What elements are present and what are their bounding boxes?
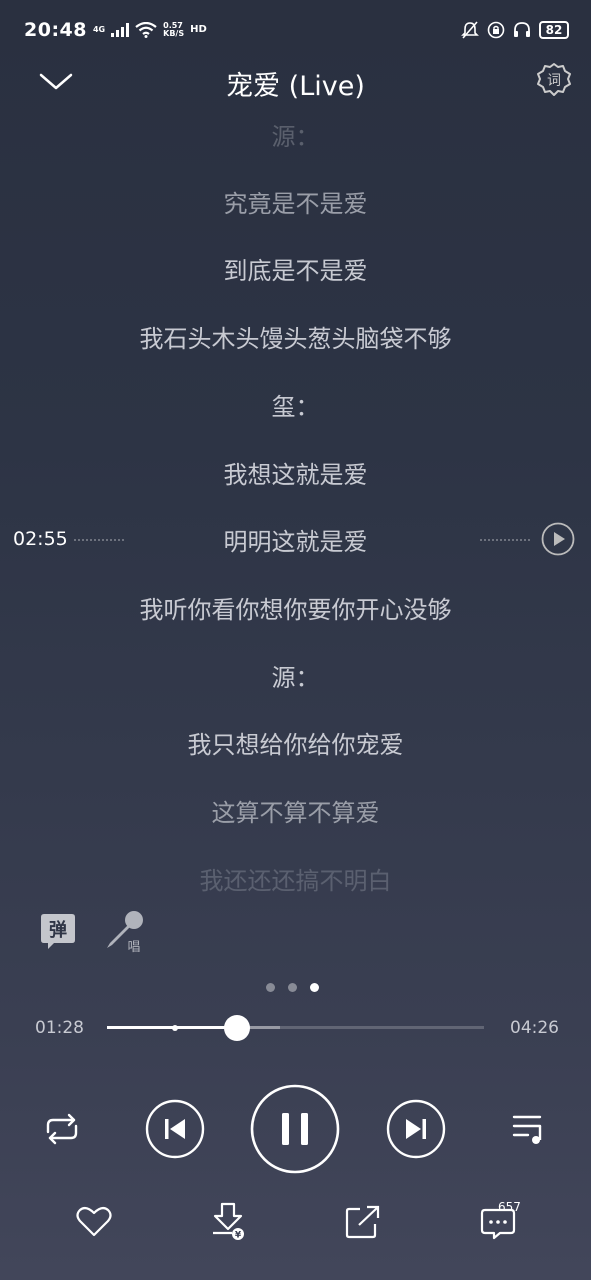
- next-button[interactable]: [386, 1099, 446, 1159]
- lyric-line: 源：: [271, 123, 320, 151]
- net-speed: 0.57 KB/S: [163, 22, 184, 38]
- seek-preview-time: 02:55: [13, 528, 68, 550]
- share-button[interactable]: [345, 1205, 381, 1243]
- song-title: 宠爱 (Live): [226, 70, 365, 102]
- collapse-button[interactable]: [38, 66, 74, 96]
- lyric-line: 我只想给你给你宠爱: [187, 731, 404, 759]
- like-button[interactable]: [76, 1205, 112, 1241]
- progress-slider[interactable]: [107, 1026, 484, 1029]
- seek-guide-left: [74, 539, 124, 541]
- repeat-icon: [46, 1113, 78, 1145]
- signal-icon: [111, 23, 130, 37]
- headphones-icon: [514, 22, 530, 37]
- total-time: 04:26: [510, 1018, 559, 1038]
- play-icon: [541, 522, 575, 556]
- danmu-button[interactable]: 弹: [40, 912, 76, 950]
- lyric-line: 我听你看你想你要你开心没够: [139, 596, 452, 624]
- seek-play-button[interactable]: [541, 522, 575, 556]
- hd-badge: HD: [190, 25, 207, 35]
- progress-thumb[interactable]: [224, 1015, 251, 1041]
- network-type-label: 4G: [92, 25, 106, 34]
- network-type: 4G: [93, 26, 105, 34]
- lyric-line: 究竟是不是爱: [223, 190, 368, 218]
- page-dot[interactable]: [266, 983, 275, 992]
- playlist-button[interactable]: [512, 1112, 548, 1146]
- chevron-down-icon: [39, 73, 73, 90]
- microphone-icon: 唱: [107, 911, 143, 955]
- sing-button[interactable]: 唱: [104, 910, 146, 955]
- lyric-line: 我石头木头馒头葱头脑袋不够: [139, 325, 452, 353]
- battery-indicator: 82: [539, 21, 569, 39]
- page-dot-active[interactable]: [310, 983, 319, 992]
- progress-marker: [172, 1025, 178, 1031]
- download-icon: ¥: [213, 1202, 244, 1241]
- download-button[interactable]: ¥: [210, 1202, 248, 1246]
- pause-icon: [250, 1084, 340, 1174]
- lyric-line-current: 明明这就是爱: [223, 528, 368, 556]
- lyric-line: 到底是不是爱: [223, 257, 368, 285]
- page-indicator: [266, 983, 319, 992]
- svg-text:¥: ¥: [235, 1231, 242, 1241]
- seek-guide-right: [480, 539, 530, 541]
- svg-text:弹: 弹: [49, 919, 67, 941]
- net-speed-unit: KB/S: [163, 29, 185, 38]
- pause-button[interactable]: [250, 1084, 340, 1174]
- lyrics-settings-icon: 词: [537, 63, 571, 96]
- status-time: 20:48: [24, 19, 87, 41]
- lyric-line: 我想这就是爱: [223, 461, 368, 489]
- danmu-icon: 弹: [41, 914, 75, 949]
- repeat-button[interactable]: [42, 1112, 82, 1146]
- lyrics-settings-button[interactable]: 词: [536, 62, 572, 100]
- heart-icon: [76, 1206, 112, 1237]
- lyric-line: 源：: [271, 664, 320, 692]
- status-right: 82: [461, 21, 569, 39]
- previous-icon: [145, 1099, 205, 1159]
- status-left: 20:48 4G 0.57 KB/S HD: [24, 19, 207, 41]
- svg-text:词: 词: [547, 73, 561, 89]
- lyric-line: 我还还还搞不明白: [199, 867, 392, 895]
- lock-rotation-icon: [487, 21, 505, 39]
- lyric-line: 这算不算不算爱: [211, 799, 380, 827]
- lyric-line: 玺：: [271, 393, 320, 421]
- comment-count: 657: [498, 1200, 521, 1214]
- previous-button[interactable]: [145, 1099, 205, 1159]
- current-time: 01:28: [35, 1018, 84, 1038]
- svg-text:唱: 唱: [127, 940, 140, 954]
- status-bar: 20:48 4G 0.57 KB/S HD 82: [0, 0, 591, 60]
- mute-bell-icon: [461, 21, 479, 39]
- player-header: 宠爱 (Live) 词: [0, 58, 591, 108]
- share-icon: [345, 1205, 380, 1239]
- next-icon: [386, 1099, 446, 1159]
- lyrics-panel[interactable]: 源： 究竟是不是爱 到底是不是爱 我石头木头馒头葱头脑袋不够 玺： 我想这就是爱…: [0, 105, 591, 905]
- hd-label: HD: [190, 24, 207, 35]
- wifi-icon: [135, 22, 157, 38]
- page-dot[interactable]: [288, 983, 297, 992]
- playlist-icon: [512, 1115, 542, 1144]
